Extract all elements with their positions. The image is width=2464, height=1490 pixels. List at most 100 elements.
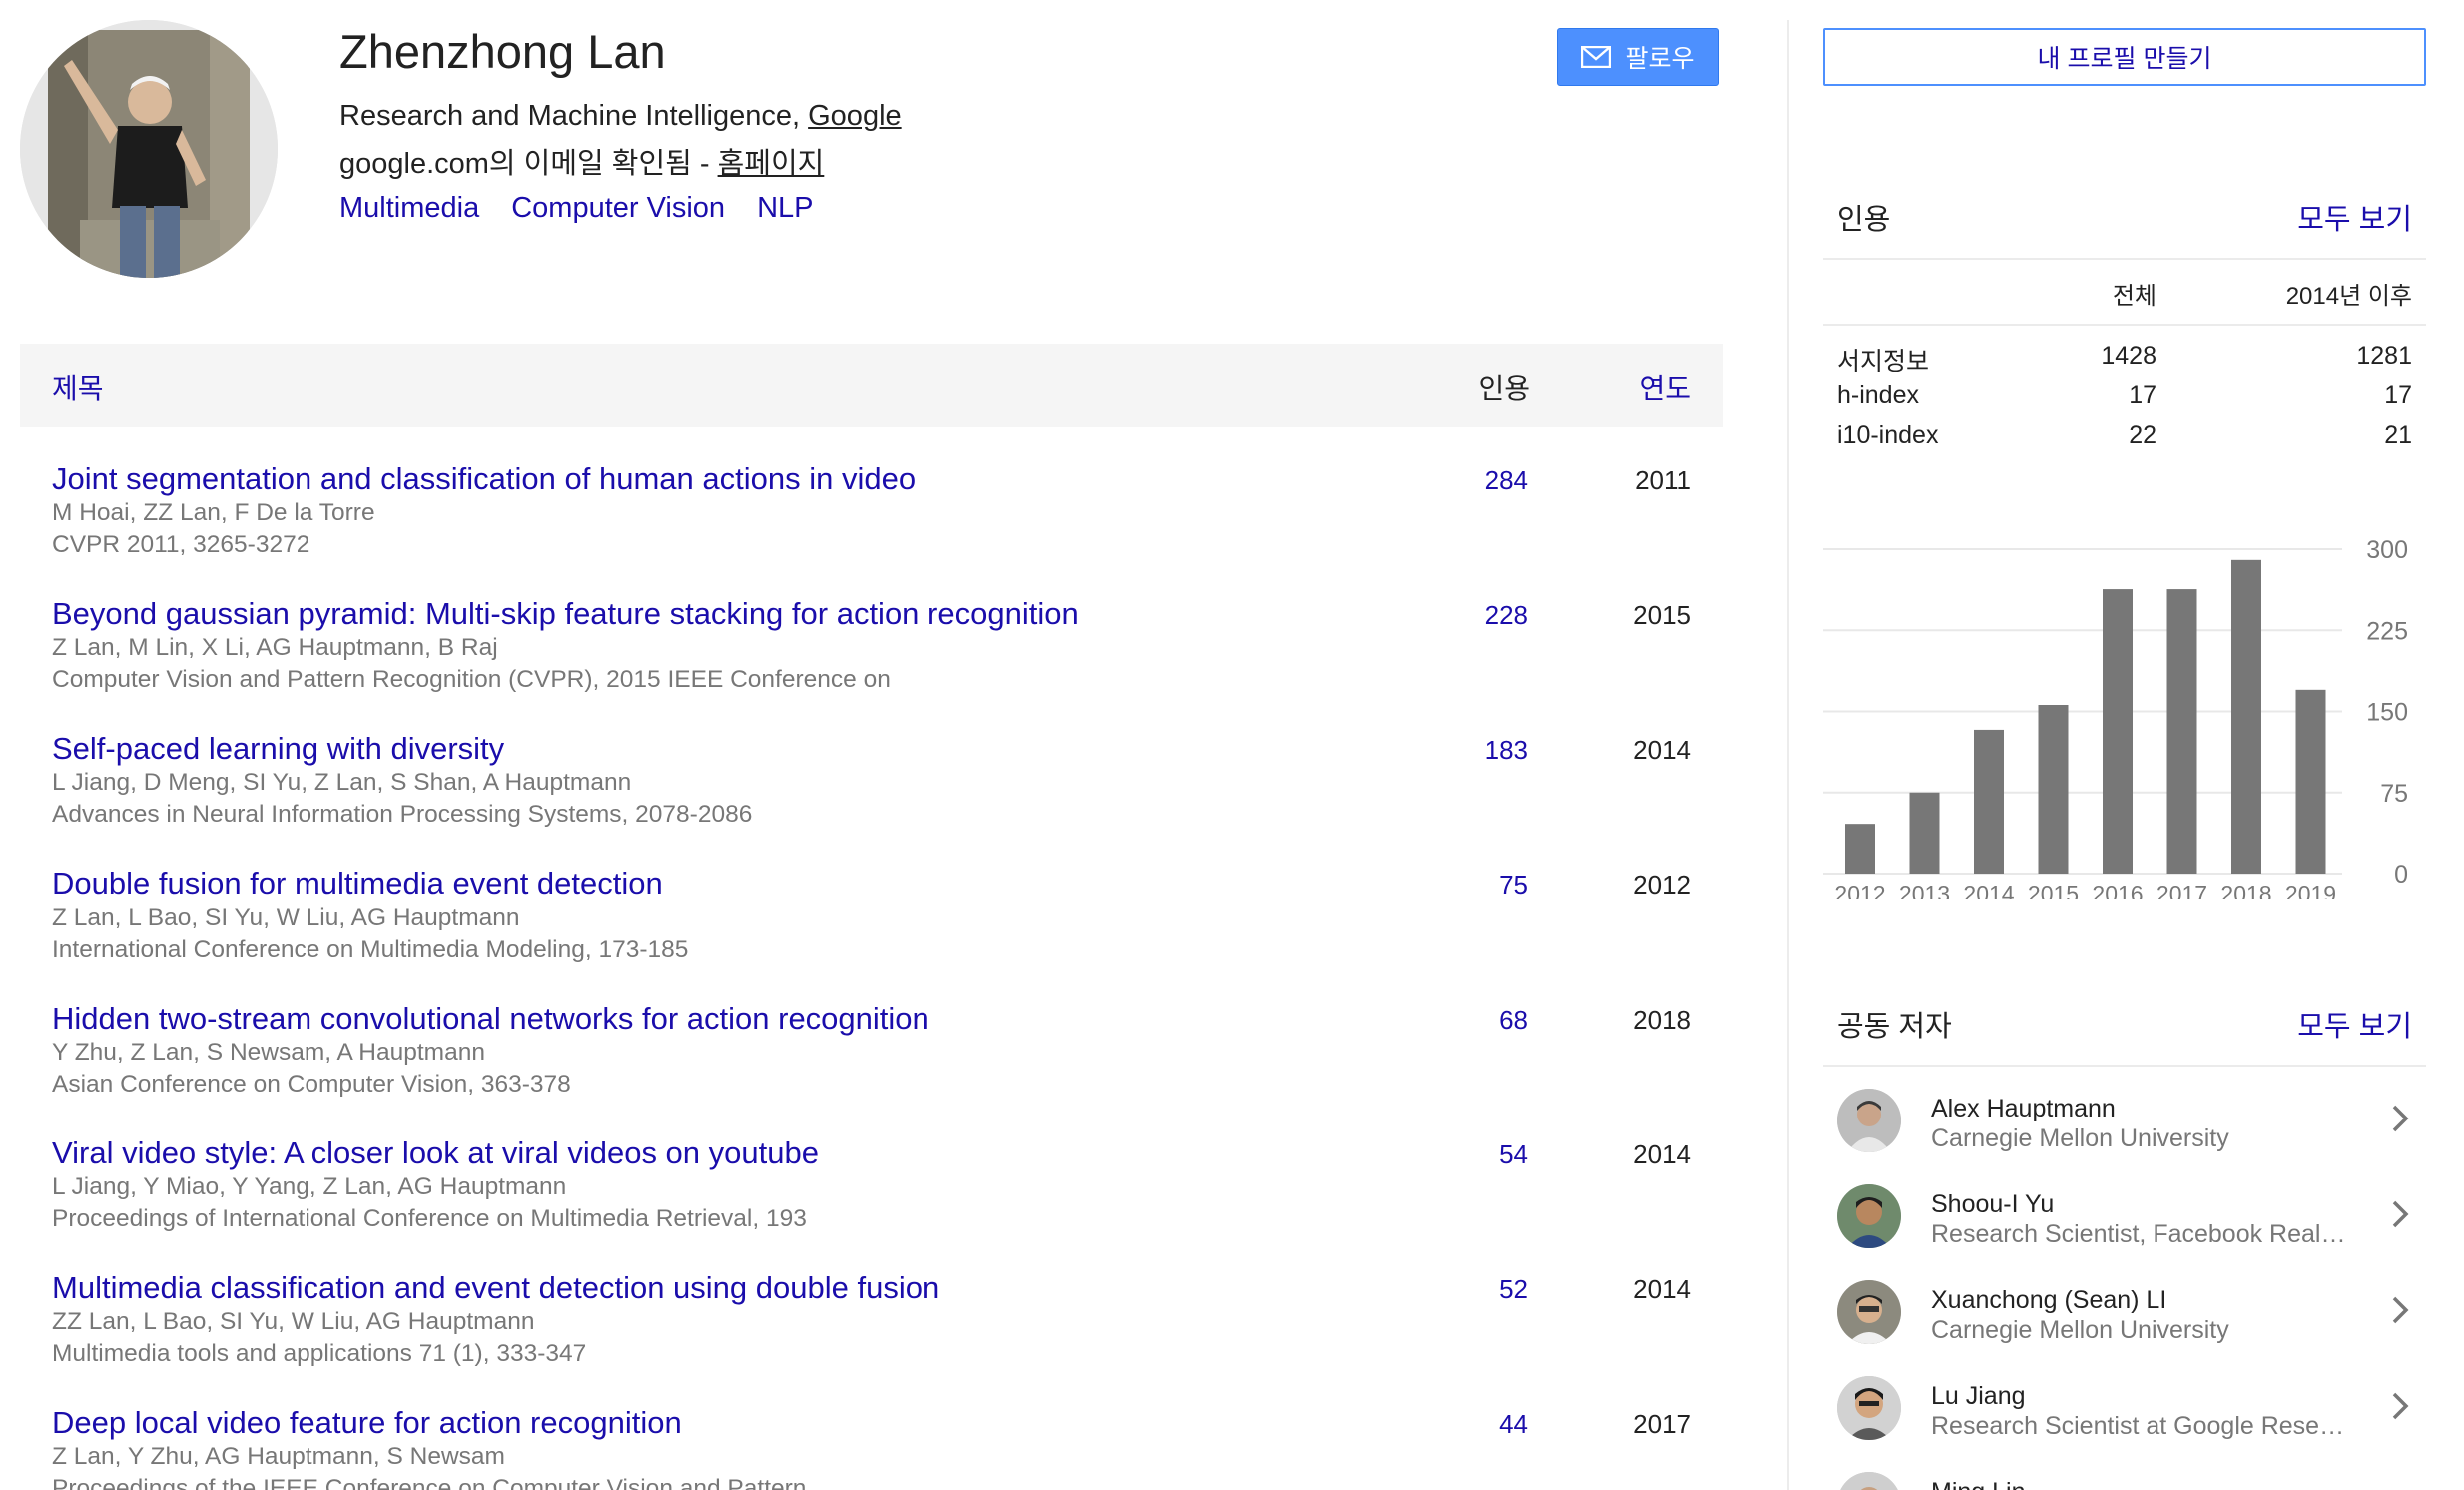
chart-bar-2012[interactable]: [1845, 824, 1875, 874]
coauthor-name[interactable]: Ming Lin: [1931, 1478, 2026, 1490]
citation-stats-table: 전체 2014년 이후 서지정보 1428 1281 h-index 17 17…: [1823, 272, 2426, 457]
coauthor-name[interactable]: Shoou-I Yu: [1931, 1190, 2054, 1219]
chart-x-tick-label: 2013: [1899, 881, 1950, 899]
divider: [1823, 1065, 2426, 1067]
coauthors-title: 공동 저자: [1837, 1011, 1952, 1043]
citations-title: 인용: [1837, 204, 1891, 236]
profile-email: google.com의 이메일 확인됨 - 홈페이지: [339, 140, 824, 182]
article-year: 2012: [1633, 870, 1691, 900]
article-authors: Z Lan, M Lin, X Li, AG Hauptmann, B Raj: [52, 634, 498, 661]
coauthor-item[interactable]: Xuanchong (Sean) LI Carnegie Mellon Univ…: [1823, 1262, 2426, 1358]
article-cited-by-link[interactable]: 52: [1499, 1274, 1528, 1305]
article-title-link[interactable]: Deep local video feature for action reco…: [52, 1405, 682, 1441]
stats-header-row: 전체 2014년 이후: [1823, 272, 2426, 324]
homepage-link[interactable]: 홈페이지: [718, 148, 825, 180]
coauthor-name[interactable]: Alex Hauptmann: [1931, 1095, 2116, 1123]
stats-since-value: 17: [2384, 381, 2412, 409]
coauthor-item[interactable]: Shoou-I Yu Research Scientist, Facebook …: [1823, 1166, 2426, 1262]
research-interests: Multimedia Computer Vision NLP: [339, 192, 814, 225]
chevron-right-icon: [2388, 1292, 2412, 1328]
avatar: [1837, 1472, 1901, 1490]
chart-bar-2016[interactable]: [2103, 589, 2133, 874]
coauthor-item[interactable]: Lu Jiang Research Scientist at Google Re…: [1823, 1358, 2426, 1454]
article-title-link[interactable]: Self-paced learning with diversity: [52, 731, 504, 767]
follow-button[interactable]: 팔로우: [1557, 28, 1719, 86]
coauthor-affiliation: Research Scientist at Google Research: [1931, 1412, 2350, 1440]
table-row: Self-paced learning with diversity L Jia…: [20, 697, 1723, 832]
article-title-link[interactable]: Multimedia classification and event dete…: [52, 1270, 939, 1306]
article-title-link[interactable]: Viral video style: A closer look at vira…: [52, 1135, 819, 1171]
chart-x-tick-label: 2018: [2220, 881, 2271, 899]
coauthor-name[interactable]: Xuanchong (Sean) LI: [1931, 1286, 2166, 1315]
affiliation-text: Research and Machine Intelligence,: [339, 100, 809, 132]
article-venue: International Conference on Multimedia M…: [52, 936, 689, 963]
article-title-link[interactable]: Beyond gaussian pyramid: Multi-skip feat…: [52, 596, 1079, 632]
coauthors-view-all-link[interactable]: 모두 보기: [2297, 1003, 2412, 1045]
chart-y-tick-label: 0: [2394, 861, 2408, 889]
article-cited-by-link[interactable]: 44: [1499, 1409, 1528, 1440]
article-authors: ZZ Lan, L Bao, SI Yu, W Liu, AG Hauptman…: [52, 1308, 535, 1335]
affiliation-link[interactable]: Google: [808, 100, 902, 132]
stats-label: 서지정보: [1837, 348, 1930, 375]
interest-tag[interactable]: Computer Vision: [511, 192, 725, 225]
coauthor-item[interactable]: Ming Lin: [1823, 1454, 2426, 1490]
chart-bar-2019[interactable]: [2295, 689, 2326, 874]
table-row: Deep local video feature for action reco…: [20, 1371, 1723, 1490]
stats-row: 서지정보 1428 1281: [1823, 338, 2426, 377]
chart-bar-2018[interactable]: [2231, 559, 2261, 874]
divider: [1823, 324, 2426, 326]
article-cited-by-link[interactable]: 284: [1485, 465, 1528, 496]
article-cited-by-link[interactable]: 228: [1485, 600, 1528, 631]
sort-by-year[interactable]: 연도: [1639, 368, 1691, 407]
article-title-link[interactable]: Joint segmentation and classification of…: [52, 461, 916, 497]
interest-tag[interactable]: NLP: [757, 192, 813, 225]
chart-bar-2015[interactable]: [2038, 705, 2069, 874]
citations-header: 인용 모두 보기: [1823, 196, 2426, 236]
avatar: [1837, 1184, 1901, 1248]
chevron-right-icon: [2388, 1388, 2412, 1424]
interest-tag[interactable]: Multimedia: [339, 192, 479, 225]
coauthor-item[interactable]: Alex Hauptmann Carnegie Mellon Universit…: [1823, 1071, 2426, 1166]
avatar: [1837, 1376, 1901, 1440]
make-profile-button[interactable]: 내 프로필 만들기: [1823, 28, 2426, 86]
article-cited-by-link[interactable]: 183: [1485, 735, 1528, 766]
chart-x-tick-label: 2019: [2285, 881, 2336, 899]
chart-bar-2014[interactable]: [1974, 729, 2004, 874]
citations-bar-chart-svg: 0 75 150 225 300 2012 2013 2014 2015 2016 2017 2018…: [1823, 536, 2408, 899]
article-authors: L Jiang, D Meng, SI Yu, Z Lan, S Shan, A…: [52, 769, 632, 796]
article-cited-by-link[interactable]: 68: [1499, 1005, 1528, 1036]
article-title-link[interactable]: Hidden two-stream convolutional networks…: [52, 1001, 929, 1037]
article-year: 2011: [1635, 465, 1691, 495]
chart-x-tick-label: 2017: [2156, 881, 2207, 899]
sort-by-title[interactable]: 제목: [52, 368, 104, 407]
article-list: Joint segmentation and classification of…: [20, 427, 1723, 1490]
article-authors: Z Lan, Y Zhu, AG Hauptmann, S Newsam: [52, 1443, 505, 1470]
chart-y-tick-label: 300: [2366, 536, 2408, 564]
article-cited-by-link[interactable]: 75: [1499, 870, 1528, 901]
article-venue: Multimedia tools and applications 71 (1)…: [52, 1340, 587, 1367]
article-authors: Z Lan, L Bao, SI Yu, W Liu, AG Hauptmann: [52, 904, 520, 931]
chart-y-tick-label: 75: [2380, 780, 2408, 808]
article-title-link[interactable]: Double fusion for multimedia event detec…: [52, 866, 663, 902]
article-venue: Proceedings of the IEEE Conference on Co…: [52, 1475, 838, 1490]
stats-col-since: 2014년 이후: [2285, 283, 2412, 310]
cited-by-header[interactable]: 인용: [1478, 368, 1530, 407]
citations-view-all-link[interactable]: 모두 보기: [2297, 196, 2412, 238]
table-row: Beyond gaussian pyramid: Multi-skip feat…: [20, 562, 1723, 697]
table-row: Multimedia classification and event dete…: [20, 1236, 1723, 1371]
stats-since-value: 1281: [2356, 342, 2412, 370]
stats-label: h-index: [1837, 381, 1919, 409]
profile-affiliation: Research and Machine Intelligence, Googl…: [339, 100, 902, 133]
coauthors-header: 공동 저자 모두 보기: [1823, 1003, 2426, 1043]
article-year: 2014: [1633, 735, 1691, 765]
chart-bar-2017[interactable]: [2166, 589, 2197, 874]
table-row: Hidden two-stream convolutional networks…: [20, 967, 1723, 1102]
article-cited-by-link[interactable]: 54: [1499, 1139, 1528, 1170]
follow-label: 팔로우: [1625, 45, 1695, 73]
avatar: [1837, 1280, 1901, 1344]
chart-bar-2013[interactable]: [1909, 792, 1940, 874]
coauthor-affiliation: Carnegie Mellon University: [1931, 1316, 2229, 1344]
avatar: [1837, 1089, 1901, 1152]
coauthor-name[interactable]: Lu Jiang: [1931, 1382, 2026, 1411]
article-venue: CVPR 2011, 3265-3272: [52, 531, 310, 558]
